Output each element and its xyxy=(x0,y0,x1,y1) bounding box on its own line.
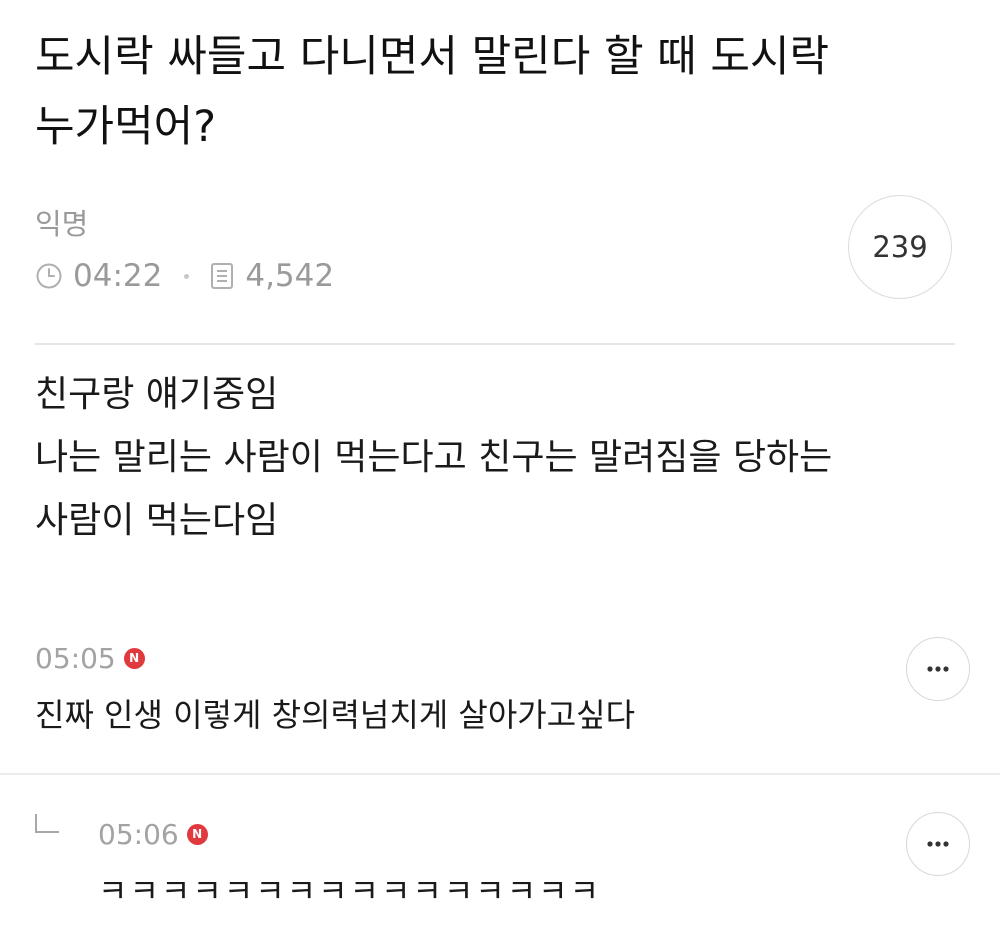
view-count: 4,542 xyxy=(245,258,335,294)
content-divider xyxy=(35,343,955,345)
post-title-line-2: 누가먹어? xyxy=(35,102,217,152)
post-title: 도시락 싸들고 다니면서 말린다 할 때 도시락 누가먹어? xyxy=(35,22,975,162)
post-meta: 04:22 4,542 xyxy=(35,255,334,297)
meta-separator xyxy=(184,273,190,279)
comment-more-button[interactable] xyxy=(906,637,970,701)
new-badge: N xyxy=(123,647,145,669)
post-body-line-2: 나는 말리는 사람이 먹는다고 친구는 말려짐을 당하는 xyxy=(35,437,833,478)
post-body-line-3: 사람이 먹는다임 xyxy=(35,500,279,541)
more-dots-icon xyxy=(927,666,949,672)
post-body: 친구랑 얘기중임 나는 말리는 사람이 먹는다고 친구는 말려짐을 당하는 사람… xyxy=(35,363,975,552)
post-body-line-1: 친구랑 얘기중임 xyxy=(35,374,279,415)
post-time: 04:22 xyxy=(73,258,163,294)
reply-arrow-icon xyxy=(35,814,59,833)
document-icon xyxy=(209,262,245,290)
reply-text: ㅋㅋㅋㅋㅋㅋㅋㅋㅋㅋㅋㅋㅋㅋㅋㅋ xyxy=(98,872,602,910)
comment-count-badge[interactable]: 239 xyxy=(848,195,952,299)
author-name: 익명 xyxy=(35,207,89,241)
reply-meta: 05:06 N xyxy=(98,816,208,852)
clock-icon xyxy=(35,262,73,290)
comment-count: 239 xyxy=(872,230,928,264)
more-dots-icon xyxy=(927,841,949,847)
comment-divider xyxy=(0,773,1000,775)
post-title-line-1: 도시락 싸들고 다니면서 말린다 할 때 도시락 xyxy=(35,32,830,82)
new-badge: N xyxy=(186,823,208,845)
reply-time: 05:06 xyxy=(98,817,179,851)
comment-time: 05:05 xyxy=(35,641,116,675)
comment-text: 진짜 인생 이렇게 창의력넘치게 살아가고싶다 xyxy=(35,696,636,734)
comment-meta: 05:05 N xyxy=(35,640,145,676)
reply-more-button[interactable] xyxy=(906,812,970,876)
